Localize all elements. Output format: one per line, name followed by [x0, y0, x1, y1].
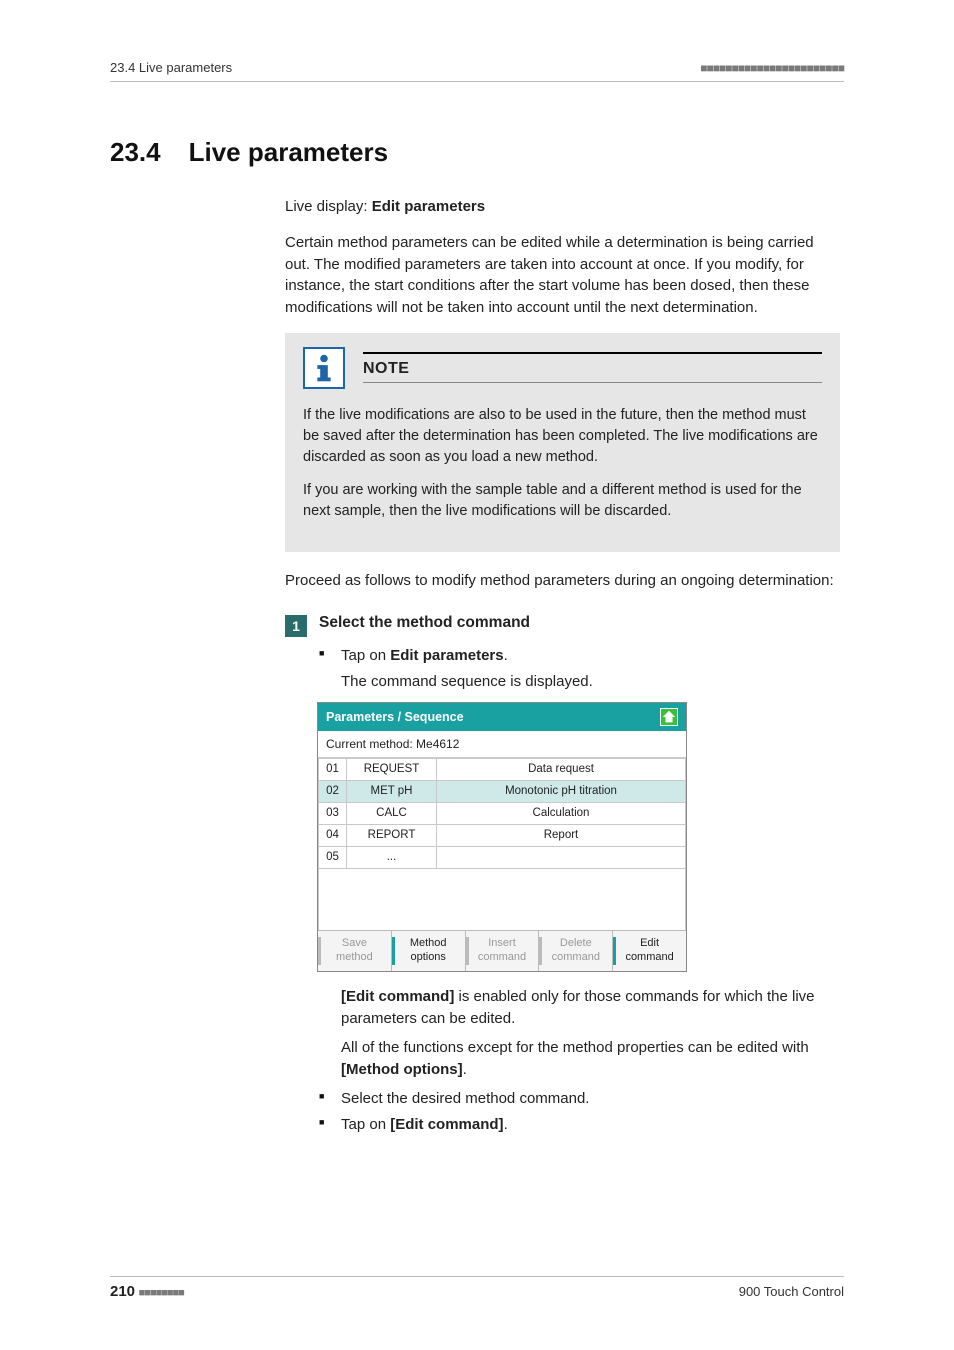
note-header-row: NOTE	[303, 347, 822, 389]
section-heading: 23.4 Live parameters	[110, 137, 844, 168]
save-method-button: Savemethod	[318, 931, 392, 971]
proceed-paragraph: Proceed as follows to modify method para…	[285, 570, 840, 592]
row-description	[437, 846, 686, 868]
table-row[interactable]: 05...	[319, 846, 686, 868]
row-description: Monotonic pH titration	[437, 780, 686, 802]
body-column: Live display: Edit parameters Certain me…	[285, 196, 840, 1137]
info-icon	[303, 347, 345, 389]
table-row[interactable]: 03CALCCalculation	[319, 802, 686, 824]
row-description: Report	[437, 824, 686, 846]
table-row[interactable]: 04REPORTReport	[319, 824, 686, 846]
row-command: ...	[347, 846, 437, 868]
window-titlebar: Parameters / Sequence	[318, 703, 686, 731]
step-1: 1 Select the method command	[285, 614, 840, 637]
current-method-label: Current method: Me4612	[318, 731, 686, 758]
footer-left: 210 ■■■■■■■■	[110, 1283, 184, 1300]
step-1-bullets-a: Tap on Edit parameters.	[319, 645, 840, 668]
insert-command-button: Insertcommand	[466, 931, 540, 971]
page: 23.4 Live parameters ■■■■■■■■■■■■■■■■■■■…	[0, 0, 954, 1350]
page-footer: 210 ■■■■■■■■ 900 Touch Control	[110, 1276, 844, 1300]
note-title-wrap: NOTE	[363, 352, 822, 383]
method-options-pre: All of the functions except for the meth…	[341, 1039, 809, 1056]
running-header: 23.4 Live parameters ■■■■■■■■■■■■■■■■■■■…	[110, 60, 844, 75]
header-dashes: ■■■■■■■■■■■■■■■■■■■■■■■	[700, 61, 844, 75]
after-shot-para-2: All of the functions except for the meth…	[341, 1037, 840, 1082]
method-options-button[interactable]: Methodoptions	[392, 931, 466, 971]
bullet-subtext: The command sequence is displayed.	[341, 671, 840, 694]
row-index: 03	[319, 802, 347, 824]
header-section-ref: 23.4 Live parameters	[110, 60, 232, 75]
bullet3-pre: Tap on	[341, 1116, 390, 1133]
edit-command-bold: [Edit command]	[341, 988, 454, 1005]
live-display-line: Live display: Edit parameters	[285, 196, 840, 218]
button-bar: SavemethodMethodoptionsInsertcommandDele…	[318, 930, 686, 971]
row-command: REQUEST	[347, 758, 437, 780]
note-paragraph-1: If the live modifications are also to be…	[303, 405, 822, 468]
row-index: 02	[319, 780, 347, 802]
delete-command-button: Deletecommand	[539, 931, 613, 971]
method-options-bold: [Method options]	[341, 1061, 463, 1078]
row-index: 01	[319, 758, 347, 780]
step-1-bullets-b: Select the desired method command. Tap o…	[319, 1088, 840, 1137]
bullet3-bold: [Edit command]	[390, 1116, 503, 1133]
section-title: Live parameters	[189, 137, 388, 168]
bullet-text-pre: Tap on	[341, 647, 390, 664]
table-row[interactable]: 02MET pHMonotonic pH titration	[319, 780, 686, 802]
row-index: 05	[319, 846, 347, 868]
bullet3-post: .	[504, 1116, 508, 1133]
row-description: Data request	[437, 758, 686, 780]
note-box: NOTE If the live modifications are also …	[285, 333, 840, 552]
row-index: 04	[319, 824, 347, 846]
step-title: Select the method command	[319, 614, 530, 637]
row-description: Calculation	[437, 802, 686, 824]
note-paragraph-2: If you are working with the sample table…	[303, 480, 822, 522]
parameters-sequence-window: Parameters / Sequence Current method: Me…	[317, 702, 687, 972]
after-shot-para-1: [Edit command] is enabled only for those…	[341, 986, 840, 1031]
bullet-tap-edit-command: Tap on [Edit command].	[319, 1114, 840, 1137]
bullet-tap-edit-parameters: Tap on Edit parameters.	[319, 645, 840, 668]
note-title: NOTE	[363, 352, 822, 383]
sequence-table: 01REQUESTData request02MET pHMonotonic p…	[318, 758, 686, 931]
step-number-badge: 1	[285, 615, 307, 637]
footer-dashes: ■■■■■■■■	[139, 1287, 184, 1299]
row-command: CALC	[347, 802, 437, 824]
window-title: Parameters / Sequence	[326, 710, 464, 724]
page-number: 210	[110, 1283, 135, 1300]
bullet-text-post: .	[504, 647, 508, 664]
live-display-value: Edit parameters	[372, 198, 485, 215]
home-icon[interactable]	[660, 708, 678, 726]
bullet-text-bold: Edit parameters	[390, 647, 503, 664]
bullet-select-command: Select the desired method command.	[319, 1088, 840, 1111]
table-spacer	[319, 868, 686, 930]
row-command: MET pH	[347, 780, 437, 802]
table-row[interactable]: 01REQUESTData request	[319, 758, 686, 780]
live-display-label: Live display:	[285, 198, 372, 215]
section-number: 23.4	[110, 137, 161, 168]
method-options-post: .	[463, 1061, 467, 1078]
intro-paragraph: Certain method parameters can be edited …	[285, 232, 840, 319]
edit-command-button[interactable]: Editcommand	[613, 931, 686, 971]
header-rule	[110, 81, 844, 82]
row-command: REPORT	[347, 824, 437, 846]
footer-product: 900 Touch Control	[739, 1284, 844, 1299]
